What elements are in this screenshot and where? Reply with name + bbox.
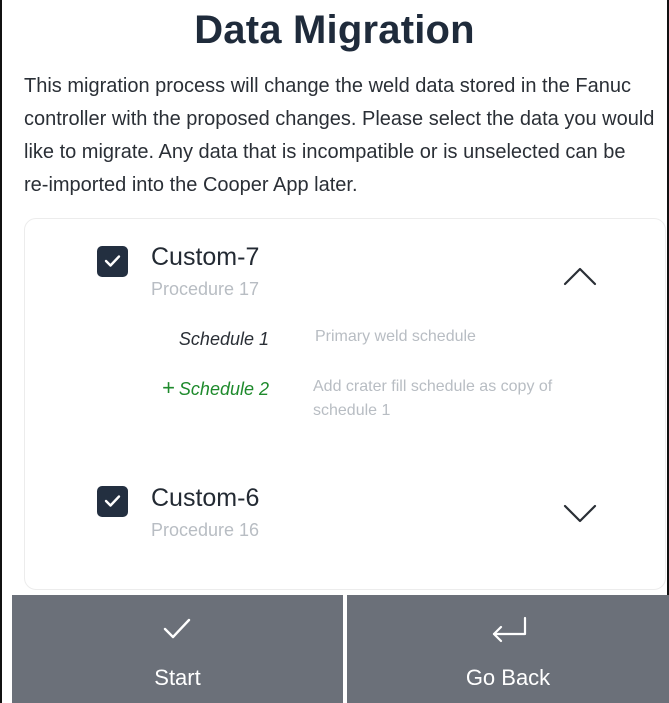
- chevron-down-icon[interactable]: [563, 504, 597, 524]
- check-icon: [163, 618, 191, 639]
- migration-description: This migration process will change the w…: [24, 75, 655, 196]
- procedure-list: Custom-7 Procedure 17 Schedule 1 Primary…: [24, 218, 666, 590]
- checkmark-icon: [104, 495, 121, 507]
- schedule-description: Add crater fill schedule as copy of sche…: [313, 378, 553, 419]
- go-back-button[interactable]: Go Back: [347, 595, 669, 703]
- procedure-name: Custom-7: [151, 243, 260, 271]
- procedure-name: Custom-6: [151, 484, 260, 512]
- procedure-item-custom-6: Custom-6 Procedure 16: [25, 459, 665, 569]
- procedure-item-custom-7: Custom-7 Procedure 17 Schedule 1 Primary…: [25, 219, 665, 459]
- action-bar: Start Go Back: [12, 595, 669, 703]
- schedule-name: Schedule 1: [115, 329, 269, 350]
- page-title: Data Migration: [194, 8, 475, 52]
- chevron-up-icon[interactable]: [563, 266, 597, 286]
- procedure-subtitle: Procedure 17: [151, 279, 260, 299]
- schedule-name-text: Schedule 1: [178, 329, 269, 349]
- procedure-checkbox[interactable]: [97, 486, 128, 517]
- schedule-name-text: Schedule 2: [178, 379, 269, 399]
- schedule-name-added: + Schedule 2: [115, 375, 269, 401]
- start-button[interactable]: Start: [12, 595, 343, 703]
- procedure-checkbox[interactable]: [97, 246, 128, 277]
- plus-icon: +: [162, 375, 175, 400]
- checkmark-icon: [104, 255, 121, 267]
- procedure-subtitle: Procedure 16: [151, 520, 260, 540]
- start-label: Start: [154, 665, 201, 690]
- go-back-label: Go Back: [465, 665, 551, 690]
- schedule-description: Primary weld schedule: [315, 328, 476, 345]
- return-arrow-icon: [492, 616, 527, 643]
